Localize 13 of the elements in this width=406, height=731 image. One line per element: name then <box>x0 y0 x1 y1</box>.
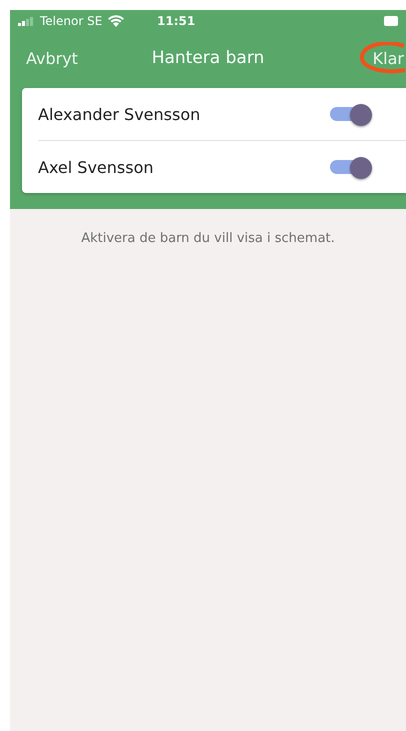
screen-title: Hantera barn <box>152 48 264 68</box>
toggle-switch[interactable] <box>330 157 372 177</box>
signal-icon <box>18 16 34 26</box>
battery-icon <box>384 16 398 26</box>
child-name: Alexander Svensson <box>38 104 200 124</box>
done-button[interactable]: Klar <box>372 48 406 68</box>
clock-time: 11:51 <box>157 14 196 28</box>
carrier-name: Telenor SE <box>40 14 102 28</box>
cancel-button[interactable]: Avbryt <box>26 48 78 68</box>
toggle-switch[interactable] <box>330 104 372 124</box>
hint-text: Aktivera de barn du vill visa i schemat. <box>80 231 336 246</box>
wifi-icon <box>108 15 124 27</box>
child-name: Axel Svensson <box>38 158 154 176</box>
